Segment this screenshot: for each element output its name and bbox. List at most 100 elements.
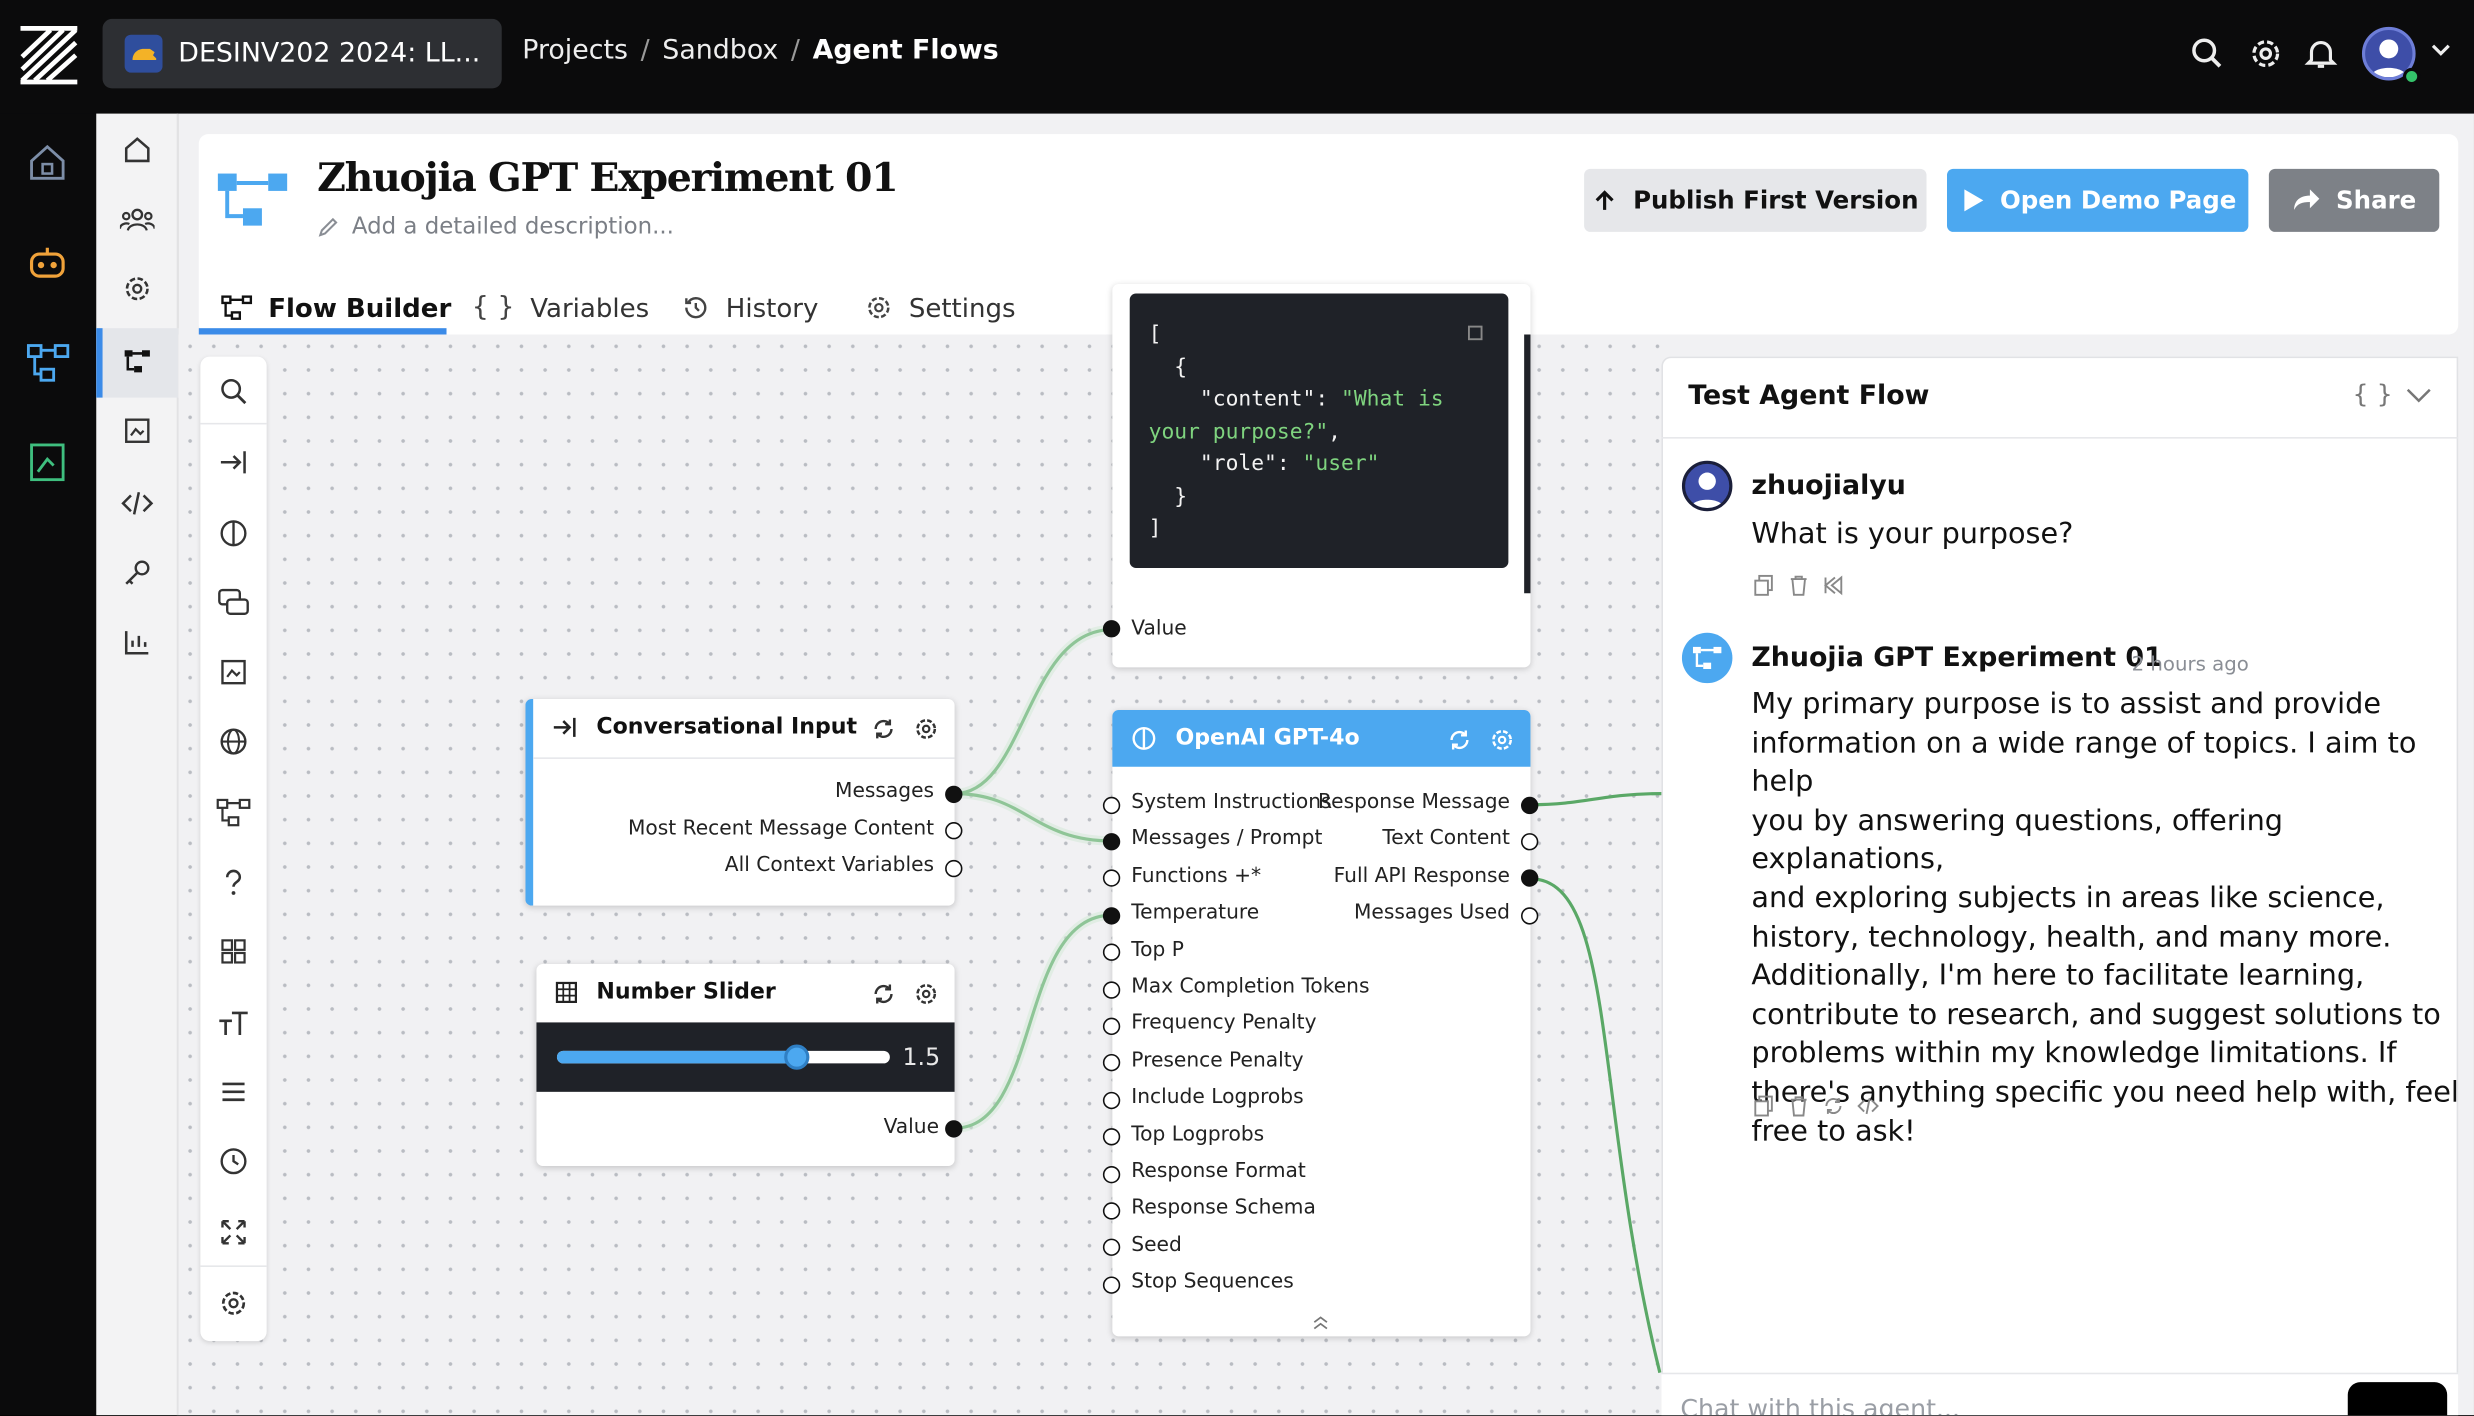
port-input[interactable] (1102, 980, 1121, 998)
copy-icon[interactable] (1463, 325, 1485, 344)
port-output[interactable] (945, 822, 963, 840)
chat-input-placeholder: Chat with this agent... (1680, 1393, 1961, 1416)
port-output[interactable] (945, 784, 963, 803)
port-output[interactable] (1520, 906, 1539, 925)
port-label: All Context Variables (724, 853, 935, 878)
gear-icon[interactable] (914, 981, 939, 1006)
regenerate-icon[interactable] (1822, 1095, 1844, 1117)
port-label: Top Logprobs (1131, 1122, 1265, 1147)
search-icon[interactable] (213, 371, 252, 410)
port-label: Messages (835, 779, 935, 804)
fit-view-icon[interactable] (213, 1212, 252, 1251)
text-size-icon[interactable] (213, 1002, 252, 1041)
code-line: your purpose?", (1149, 416, 1490, 448)
code-line: "role": "user" (1149, 448, 1490, 480)
trash-icon[interactable] (1788, 1095, 1810, 1117)
code-text: ] (1148, 515, 1162, 542)
port-output[interactable] (1520, 832, 1539, 851)
port-input[interactable] (1102, 1128, 1121, 1146)
slider-thumb[interactable] (784, 1044, 810, 1070)
port-input[interactable] (1102, 1275, 1121, 1294)
port-label: Functions +* (1131, 864, 1262, 888)
refresh-icon[interactable] (871, 716, 896, 741)
port-label: Include Logprobs (1131, 1085, 1304, 1110)
collapse-icon[interactable] (1311, 1314, 1330, 1330)
agent-message: My primary purpose is to assist and prov… (1751, 686, 2474, 1152)
port-input[interactable] (1102, 832, 1121, 851)
canvas-toolbar (200, 356, 267, 1342)
globe-icon[interactable] (213, 721, 252, 760)
port-label: Messages / Prompt (1131, 827, 1323, 852)
code-text: "role": (1148, 451, 1303, 477)
chat-node-icon[interactable] (213, 582, 252, 621)
gear-icon[interactable] (213, 1283, 252, 1322)
user-message: What is your purpose? (1751, 517, 2074, 551)
gear-icon[interactable] (914, 716, 939, 741)
node-title: Conversational Input (596, 714, 858, 740)
refresh-icon[interactable] (1447, 727, 1472, 752)
port-value-out[interactable] (1102, 620, 1121, 638)
grid-node-icon[interactable] (213, 931, 252, 970)
port-input[interactable] (1102, 796, 1121, 814)
input-node-icon[interactable] (213, 442, 252, 481)
openai-icon (1132, 726, 1156, 750)
send-button[interactable] (2347, 1382, 2448, 1416)
edge-fullapi-out (1530, 877, 1662, 1374)
edge-response-out (1530, 792, 1662, 807)
port-label: Messages Used (1353, 901, 1510, 925)
code-line: ] (1149, 513, 1490, 545)
chevron-down-icon[interactable] (2405, 387, 2433, 406)
divider (200, 422, 267, 425)
port-output[interactable] (1520, 796, 1539, 814)
message-line: information on a wide range of topics. I… (1751, 726, 2417, 799)
message-line: history, technology, health, and many mo… (1751, 920, 2392, 954)
flow-node-icon[interactable] (213, 792, 252, 831)
json-view-icon[interactable]: { } (2352, 379, 2392, 409)
message-line: free to ask! (1751, 1114, 1916, 1148)
port-input[interactable] (1102, 1017, 1121, 1035)
slider-fill (556, 1050, 797, 1064)
code-string: "What is (1341, 386, 1444, 412)
port-label: Text Content (1382, 827, 1510, 852)
code-icon[interactable] (1857, 1095, 1879, 1117)
port-label: Response Schema (1131, 1196, 1316, 1221)
clock-icon[interactable] (213, 1141, 252, 1180)
message-line: you by answering questions, offering exp… (1751, 804, 2284, 877)
message-timestamp: 2 hours ago (2131, 651, 2249, 676)
code-string: "user" (1302, 451, 1380, 477)
port-label: System Instructions (1131, 790, 1332, 815)
agent-avatar (1681, 632, 1733, 684)
port-label: Presence Penalty (1131, 1048, 1304, 1073)
port-label: Top P (1131, 938, 1184, 962)
edge-messages-to-code (954, 627, 1113, 796)
port-input[interactable] (1102, 1165, 1121, 1183)
port-output[interactable] (945, 859, 963, 877)
port-label: Value (883, 1115, 940, 1140)
copy-icon[interactable] (1753, 1095, 1775, 1117)
help-node-icon[interactable] (213, 861, 252, 900)
rewind-icon[interactable] (1822, 574, 1844, 596)
port-label: Max Completion Tokens (1131, 975, 1370, 999)
chat-input[interactable]: Chat with this agent... (1661, 1372, 2459, 1416)
slider-value: 1.5 (902, 1042, 941, 1072)
port-label: Stop Sequences (1131, 1270, 1294, 1295)
gear-icon[interactable] (1489, 727, 1514, 752)
trash-icon[interactable] (1788, 574, 1810, 596)
port-input[interactable] (1102, 1091, 1121, 1109)
list-icon[interactable] (213, 1071, 252, 1110)
port-value-out[interactable] (945, 1120, 963, 1138)
port-label: Temperature (1131, 901, 1260, 925)
grid-icon (555, 981, 578, 1004)
divider (200, 1265, 267, 1267)
refresh-icon[interactable] (871, 981, 896, 1006)
port-input[interactable] (1102, 906, 1121, 925)
message-line: problems within my knowledge limitations… (1751, 1037, 2397, 1071)
llm-node-icon[interactable] (213, 513, 252, 552)
code-line: "content": "What is (1149, 383, 1490, 415)
copy-icon[interactable] (1753, 574, 1775, 596)
scrollbar[interactable] (1524, 334, 1531, 594)
port-input[interactable] (1102, 1202, 1121, 1220)
message-line: contribute to research, and suggest solu… (1751, 998, 2441, 1032)
image-node-icon[interactable] (213, 652, 252, 691)
message-line: and exploring subjects in areas like sci… (1751, 881, 2385, 916)
